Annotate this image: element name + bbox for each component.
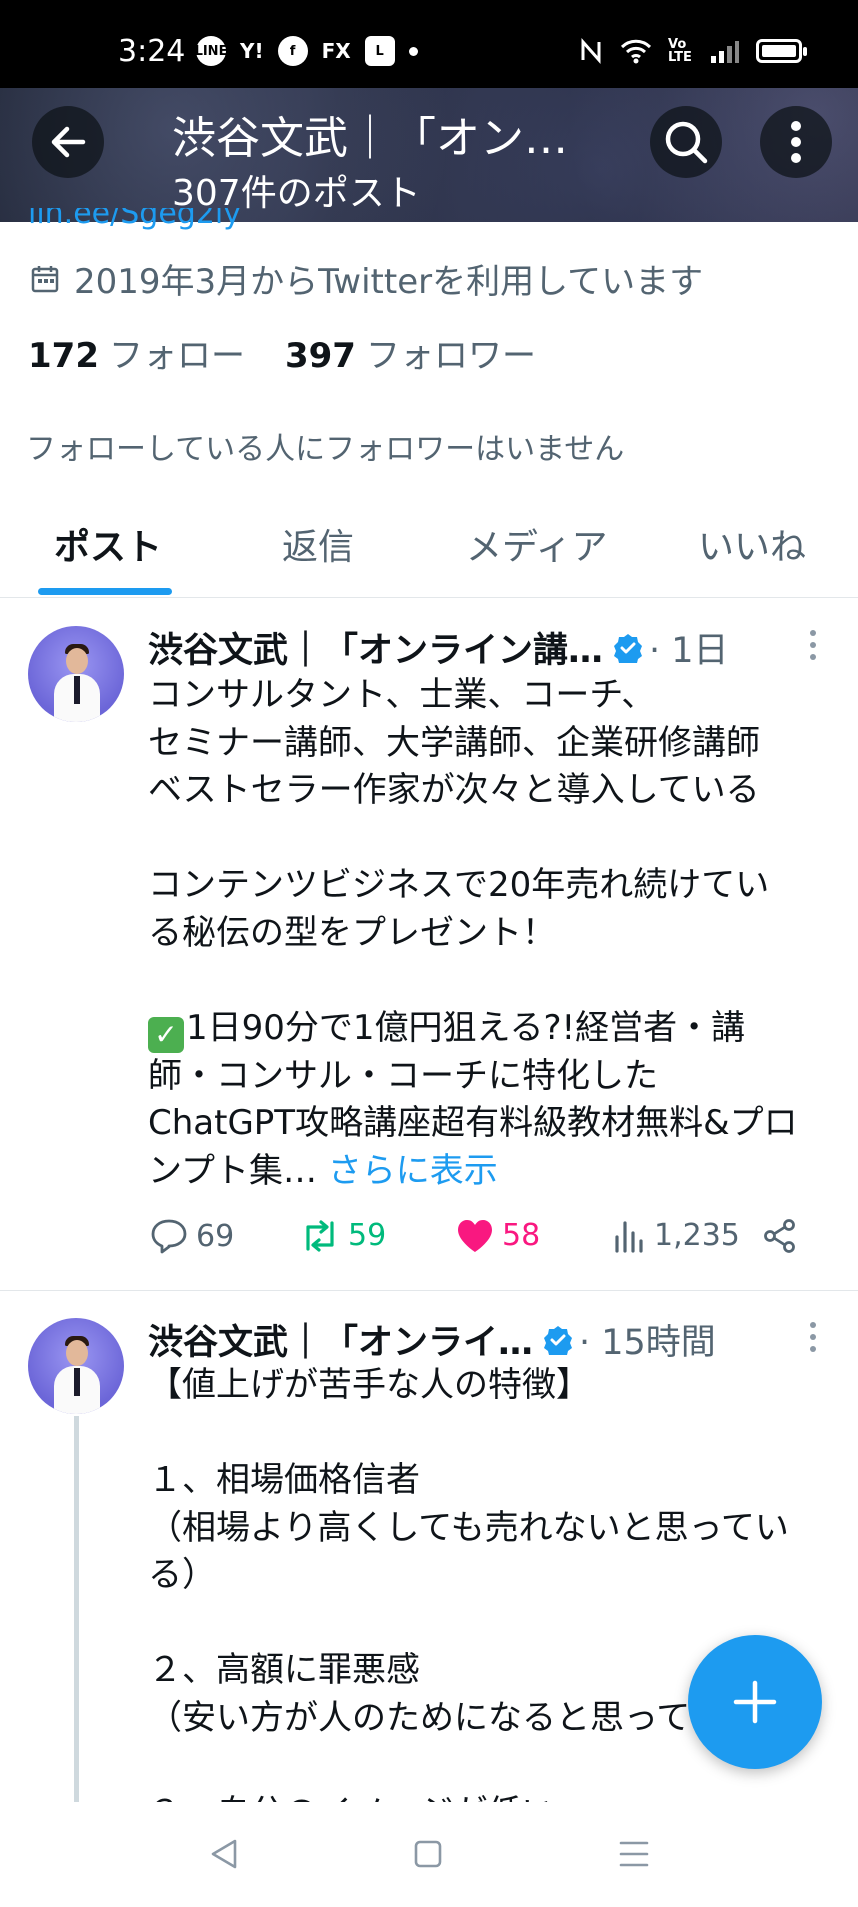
profile-tabs: ポスト 返信 メディア いいね (0, 500, 858, 598)
plus-icon (733, 1680, 777, 1724)
avatar[interactable] (28, 626, 124, 722)
status-time: 3:24 (118, 34, 186, 69)
check-mark-icon: ✓ (148, 1016, 184, 1053)
following-label: フォロー (108, 336, 245, 376)
post-line: ✓ 1日90分で1億円狙える?!経営者・講 (148, 1005, 828, 1053)
post-header: 渋谷文武｜「オンライン講… · 1日 (148, 622, 729, 673)
views-button[interactable]: 1,235 (614, 1218, 740, 1253)
signal-icon (711, 41, 739, 63)
facebook-notification-icon: f (277, 36, 308, 66)
followers-label: フォロワー (365, 336, 536, 376)
reply-count: 69 (196, 1218, 235, 1254)
notification-icons: LINE Y! f FX L (195, 36, 418, 66)
like-count: 58 (502, 1218, 541, 1253)
menu-lines-icon (619, 1841, 649, 1867)
repost-button[interactable]: 59 (300, 1218, 386, 1253)
share-icon (764, 1219, 795, 1253)
more-vertical-icon (791, 121, 801, 163)
nav-back-button[interactable] (202, 1832, 246, 1876)
system-navigation-bar (0, 1802, 858, 1907)
volte-icon: Vo LTE (668, 37, 692, 65)
reply-icon (151, 1219, 187, 1254)
reply-button[interactable]: 69 (150, 1218, 234, 1254)
post-more-icon[interactable] (808, 1322, 818, 1352)
nav-home-button[interactable] (406, 1832, 450, 1876)
followers-count: 397 (284, 336, 356, 376)
following-count: 172 (28, 336, 99, 376)
square-home-icon (414, 1840, 442, 1868)
more-options-button[interactable] (760, 106, 832, 178)
post-line: ベストセラー作家が次々と導入している (148, 770, 760, 810)
search-icon (665, 121, 708, 164)
post-divider (0, 1290, 858, 1291)
verified-badge-icon (544, 1325, 573, 1355)
post-actions: 69 59 58 1,235 (148, 1218, 798, 1268)
post-line: セミナー講師、大学講師、企業研修講師 (148, 722, 760, 763)
tab-likes[interactable]: いいね (698, 518, 806, 570)
post-line: コンテンツビジネスで20年売れ続けてい (148, 865, 770, 905)
post-line: ChatGPT攻略講座超有料級教材無料&プロ (148, 1103, 798, 1143)
nfc-icon (581, 38, 601, 64)
tab-posts[interactable]: ポスト (54, 518, 162, 570)
calendar-icon (31, 265, 59, 292)
yahoo-notification-icon: Y! (240, 39, 264, 63)
like-button[interactable]: 58 (456, 1218, 540, 1253)
nav-menu-button[interactable] (612, 1832, 656, 1876)
more-notifications-dot-icon (408, 46, 418, 56)
post-line: コンサルタント、士業、コーチ、 (148, 675, 656, 715)
system-icons: Vo LTE (578, 37, 807, 65)
thread-line (74, 1416, 79, 1806)
follow-stats: 172 フォロー 397 フォロワー (28, 328, 536, 377)
post-text: コンサルタント、士業、コーチ、セミナー講師、大学講師、企業研修講師 ベストセラー作… (148, 672, 828, 1195)
bar-chart-icon (615, 1220, 643, 1253)
post-line: ンプト集… さらに表示 (148, 1150, 498, 1191)
arrow-left-icon (51, 126, 86, 158)
avatar[interactable] (28, 1318, 124, 1414)
following-link[interactable]: 172 フォロー (28, 328, 245, 377)
view-count: 1,235 (654, 1218, 740, 1253)
wifi-icon (620, 39, 652, 64)
repost-count: 59 (348, 1218, 387, 1253)
show-more-link[interactable]: さらに表示 (328, 1151, 498, 1191)
author-name[interactable]: 渋谷文武｜「オンライン講… (148, 622, 603, 673)
search-button[interactable] (650, 106, 722, 178)
profile-link[interactable]: lin.ee/Sgeg2ly (28, 208, 241, 232)
post-line: 師・コンサル・コーチに特化した (148, 1055, 658, 1096)
tab-media[interactable]: メディア (466, 518, 607, 570)
author-name[interactable]: 渋谷文武｜「オンライ… (148, 1314, 533, 1365)
post-line: る秘伝の型をプレゼント！ (148, 912, 556, 953)
no-mutual-followers-note: フォローしている人にフォロワーはいません (26, 432, 625, 467)
triangle-back-icon (211, 1839, 237, 1869)
status-bar: 3:24 LINE Y! f FX L Vo LTE (0, 0, 858, 88)
joined-date: 2019年3月からTwitterを利用しています (30, 254, 703, 303)
followers-link[interactable]: 397 フォロワー (285, 328, 536, 377)
battery-icon (756, 39, 807, 63)
share-button[interactable] (762, 1218, 798, 1254)
header-title: 渋谷文武｜「オン… (172, 113, 568, 164)
compose-post-button[interactable] (688, 1635, 822, 1769)
post-more-icon[interactable] (808, 630, 818, 660)
line-notification-icon: LINE (195, 36, 227, 66)
heart-icon (458, 1219, 492, 1252)
active-tab-indicator (38, 588, 172, 595)
post-time: · 15時間 (579, 1323, 716, 1363)
post-header: 渋谷文武｜「オンライ… · 15時間 (148, 1314, 716, 1365)
l-notification-icon: L (364, 36, 395, 66)
profile-header: 渋谷文武｜「オン… 307件のポスト (0, 88, 858, 222)
fx-notification-icon: FX (321, 39, 351, 63)
post-time: · 1日 (649, 631, 729, 671)
back-button[interactable] (32, 106, 104, 178)
joined-text: 2019年3月からTwitterを利用しています (74, 262, 704, 302)
tab-replies[interactable]: 返信 (282, 518, 354, 570)
verified-badge-icon (614, 633, 643, 663)
repost-icon (306, 1219, 334, 1252)
